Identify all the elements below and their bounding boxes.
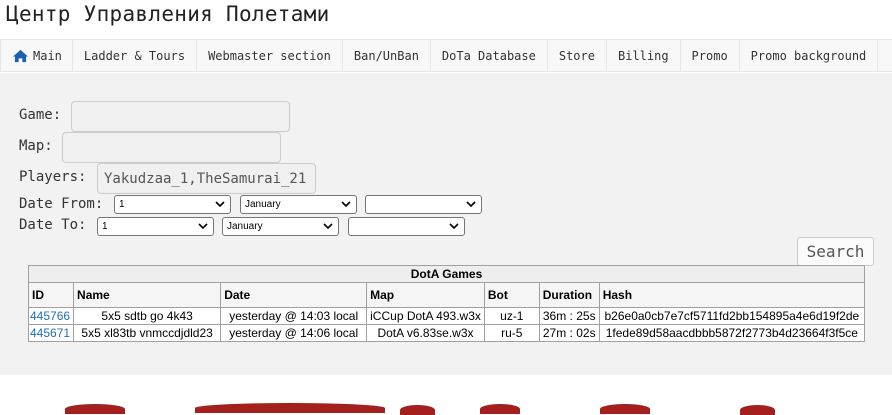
game-hash-cell: b26e0a0cb7e7cf5711fd2bb154895a4e6d19f2de (598, 307, 866, 325)
game-id-link[interactable]: 445766 (30, 309, 70, 323)
nav-item-webmaster-section[interactable]: Webmaster section (197, 40, 343, 71)
game-label: Game: (19, 107, 62, 123)
map-input[interactable] (62, 132, 281, 163)
date-from-month-select[interactable]: January (240, 195, 357, 214)
chevron-down-icon (341, 201, 351, 208)
nav-item-billing[interactable]: Billing (607, 40, 681, 71)
chevron-down-icon (215, 201, 225, 208)
decorative-shape (740, 405, 775, 415)
date-from-label: Date From: (19, 196, 104, 212)
nav-item-label: Promo background (750, 48, 867, 63)
select-value: January (227, 221, 263, 232)
column-header-id: ID (27, 282, 75, 308)
select-value: January (245, 199, 281, 210)
nav-item-store[interactable]: Store (548, 40, 607, 71)
date-to-year-select[interactable] (348, 217, 465, 236)
map-label: Map: (19, 138, 53, 154)
game-name-cell: 5x5 xl83tb vnmccdjdld23 (73, 324, 222, 342)
game-duration-cell: 27m : 02s (538, 324, 600, 342)
nav-item-main[interactable]: Main (0, 40, 73, 71)
column-header-date: Date (220, 282, 368, 308)
game-bot-cell: uz-1 (483, 307, 540, 325)
date-to-label: Date To: (19, 217, 87, 233)
nav-item-ban-unban[interactable]: Ban/UnBan (343, 40, 431, 71)
footer-decoration (0, 375, 892, 415)
column-header-map: Map (366, 282, 485, 308)
nav-item-label: Billing (617, 48, 669, 63)
players-input[interactable] (97, 163, 316, 194)
game-date-cell: yesterday @ 14:06 local (220, 324, 368, 342)
game-duration-cell: 36m : 25s (538, 307, 600, 325)
game-id-cell: 445671 (27, 324, 75, 342)
chevron-down-icon (449, 223, 459, 230)
column-header-duration: Duration (538, 282, 600, 308)
search-button[interactable]: Search (797, 237, 874, 266)
chevron-down-icon (323, 223, 333, 230)
chevron-down-icon (466, 201, 476, 208)
table-row: 445766 5x5 sdtb go 4k43 yesterday @ 14:0… (27, 307, 866, 325)
decorative-shape (65, 404, 125, 414)
nav-item-promo-background[interactable]: Promo background (740, 40, 879, 71)
players-label: Players: (19, 169, 87, 185)
nav-item-label: Ban/UnBan (353, 48, 419, 63)
date-from-year-select[interactable] (365, 195, 482, 214)
chevron-down-icon (198, 223, 208, 230)
dota-games-table: DotA Games ID Name Date Map Bot Duration… (27, 265, 866, 342)
table-row: 445671 5x5 xl83tb vnmccdjdld23 yesterday… (27, 324, 866, 342)
date-to-day-select[interactable]: 1 (97, 217, 214, 236)
nav-item-ladder-tours[interactable]: Ladder & Tours (73, 40, 198, 71)
nav-item-label: Ladder & Tours (83, 48, 186, 63)
select-value: 1 (102, 221, 108, 232)
search-panel: Game: Map: Players: Date From: 1 January… (0, 73, 892, 375)
game-bot-cell: ru-5 (483, 324, 540, 342)
game-input[interactable] (71, 101, 290, 132)
game-map-cell: iCCup DotA 493.w3x (366, 307, 485, 325)
game-name-cell: 5x5 sdtb go 4k43 (73, 307, 222, 325)
main-navbar: Main Ladder & Tours Webmaster section Ba… (0, 39, 892, 72)
column-header-bot: Bot (483, 282, 540, 308)
home-icon (13, 49, 28, 62)
decorative-shape (600, 404, 650, 414)
column-header-name: Name (73, 282, 222, 308)
game-hash-cell: 1fede89d58aacdbbb5872f2773b4d23664f3f5ce (598, 324, 866, 342)
date-to-month-select[interactable]: January (222, 217, 339, 236)
game-map-cell: DotA v6.83se.w3x (366, 324, 485, 342)
nav-item-label: Main (33, 48, 62, 63)
nav-item-dota-database[interactable]: DoTa Database (431, 40, 548, 71)
decorative-shape (195, 403, 385, 413)
decorative-shape (400, 405, 435, 415)
nav-item-label: Promo (691, 48, 728, 63)
select-value: 1 (119, 199, 125, 210)
nav-item-label: Store (558, 48, 595, 63)
game-date-cell: yesterday @ 14:03 local (220, 307, 368, 325)
nav-item-promo[interactable]: Promo (681, 40, 740, 71)
nav-item-label: DoTa Database (441, 48, 536, 63)
date-from-day-select[interactable]: 1 (114, 195, 231, 214)
nav-item-label: Webmaster section (208, 48, 331, 63)
table-caption: DotA Games (28, 265, 865, 283)
decorative-shape (480, 404, 520, 414)
game-id-cell: 445766 (27, 307, 75, 325)
app-title: Центр Управления Полетами (6, 2, 330, 26)
game-id-link[interactable]: 445671 (30, 326, 70, 340)
column-header-hash: Hash (598, 282, 866, 308)
